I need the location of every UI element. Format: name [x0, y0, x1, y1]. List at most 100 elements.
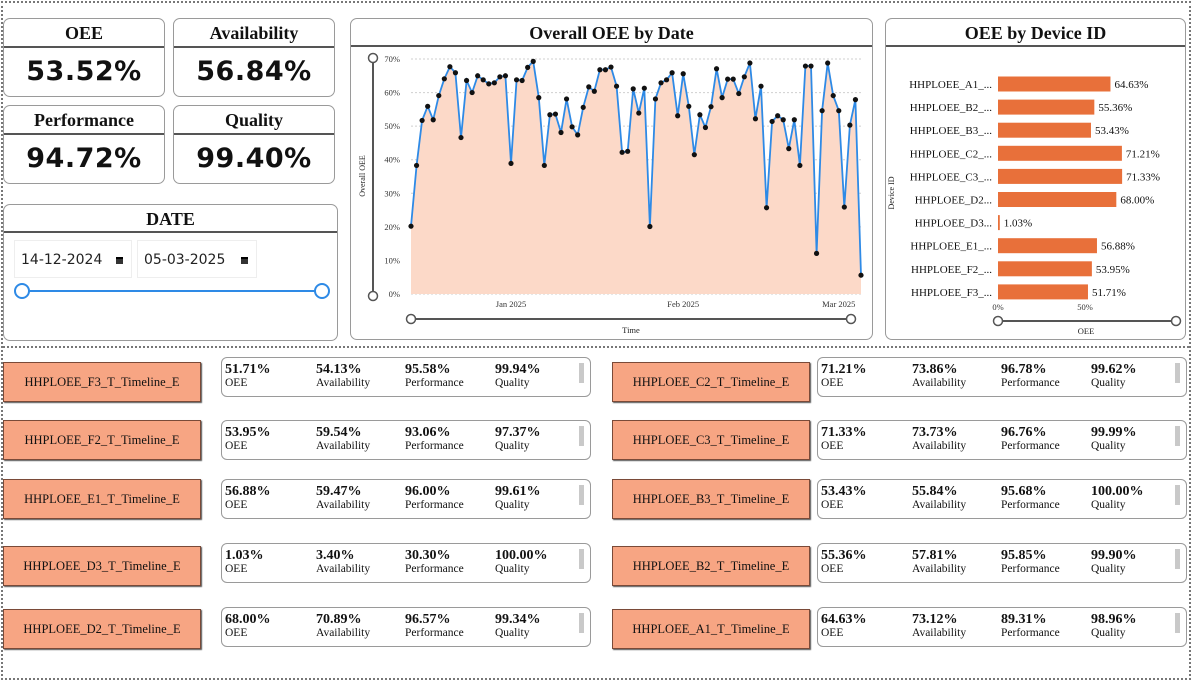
- data-point[interactable]: [519, 77, 525, 84]
- data-point[interactable]: [697, 112, 703, 118]
- data-point[interactable]: [413, 162, 420, 169]
- data-point[interactable]: [502, 73, 509, 79]
- data-point[interactable]: [563, 96, 570, 102]
- data-point[interactable]: [408, 223, 414, 229]
- device-filter-button[interactable]: HHPLOEE_B2_T_Timeline_E: [612, 546, 810, 586]
- data-point[interactable]: [419, 117, 425, 124]
- data-point[interactable]: [491, 80, 497, 86]
- device-oee-bar[interactable]: [998, 284, 1088, 300]
- data-point[interactable]: [691, 152, 697, 158]
- scrollbar-thumb[interactable]: [1175, 426, 1180, 446]
- data-point[interactable]: [452, 70, 459, 76]
- data-point[interactable]: [458, 134, 464, 141]
- y-range-slider-handle-top[interactable]: [367, 52, 379, 64]
- scrollbar-thumb[interactable]: [579, 549, 584, 569]
- data-point[interactable]: [719, 95, 725, 101]
- scrollbar-thumb[interactable]: [579, 426, 584, 446]
- scrollbar-thumb[interactable]: [1175, 549, 1180, 569]
- scrollbar-thumb[interactable]: [579, 613, 584, 633]
- data-point[interactable]: [619, 149, 625, 155]
- device-oee-bar[interactable]: [998, 215, 1000, 231]
- scrollbar-thumb[interactable]: [1175, 613, 1180, 633]
- data-point[interactable]: [486, 81, 492, 87]
- data-point[interactable]: [425, 103, 431, 109]
- data-point[interactable]: [852, 97, 859, 103]
- data-point[interactable]: [780, 117, 786, 123]
- data-point[interactable]: [830, 92, 836, 99]
- data-point[interactable]: [658, 80, 664, 86]
- calendar-icon[interactable]: [241, 257, 248, 264]
- scrollbar-thumb[interactable]: [1175, 485, 1180, 505]
- device-filter-button[interactable]: HHPLOEE_A1_T_Timeline_E: [612, 609, 810, 649]
- x-range-slider-handle-end[interactable]: [1170, 315, 1182, 327]
- data-point[interactable]: [808, 63, 814, 69]
- device-oee-bar[interactable]: [998, 99, 1095, 115]
- data-point[interactable]: [841, 204, 847, 210]
- device-filter-button[interactable]: HHPLOEE_D2_T_Timeline_E: [3, 609, 201, 649]
- data-point[interactable]: [741, 74, 747, 80]
- data-point[interactable]: [736, 90, 742, 97]
- data-point[interactable]: [652, 96, 659, 102]
- device-filter-button[interactable]: HHPLOEE_F2_T_Timeline_E: [3, 420, 201, 460]
- scrollbar-thumb[interactable]: [579, 363, 584, 383]
- data-point[interactable]: [675, 113, 681, 119]
- data-point[interactable]: [630, 86, 636, 92]
- data-point[interactable]: [552, 111, 559, 117]
- device-oee-bar[interactable]: [998, 76, 1111, 92]
- data-point[interactable]: [480, 77, 486, 83]
- slider-handle-end[interactable]: [314, 283, 330, 299]
- data-point[interactable]: [680, 71, 686, 77]
- data-point[interactable]: [513, 77, 520, 83]
- data-point[interactable]: [580, 104, 586, 110]
- x-range-slider-handle-start[interactable]: [405, 313, 417, 325]
- data-point[interactable]: [613, 83, 620, 89]
- device-oee-bar[interactable]: [998, 261, 1092, 277]
- data-point[interactable]: [591, 88, 597, 94]
- data-point[interactable]: [597, 67, 603, 73]
- data-point[interactable]: [836, 108, 842, 114]
- data-point[interactable]: [586, 84, 592, 90]
- data-point[interactable]: [602, 67, 609, 73]
- data-point[interactable]: [430, 117, 436, 123]
- data-point[interactable]: [441, 76, 447, 82]
- data-point[interactable]: [497, 74, 503, 80]
- data-point[interactable]: [791, 117, 797, 123]
- data-point[interactable]: [702, 124, 709, 131]
- data-point[interactable]: [663, 77, 670, 83]
- data-point[interactable]: [819, 108, 825, 114]
- data-point[interactable]: [636, 110, 642, 116]
- device-oee-bar[interactable]: [998, 192, 1117, 207]
- slider-handle-start[interactable]: [14, 283, 30, 299]
- data-point[interactable]: [813, 250, 820, 256]
- device-filter-button[interactable]: HHPLOEE_F3_T_Timeline_E: [3, 362, 201, 402]
- data-point[interactable]: [547, 112, 553, 118]
- data-point[interactable]: [797, 162, 803, 169]
- device-oee-bar[interactable]: [998, 145, 1122, 161]
- data-point[interactable]: [508, 160, 514, 167]
- data-point[interactable]: [686, 103, 692, 109]
- data-point[interactable]: [775, 113, 781, 119]
- data-point[interactable]: [708, 104, 714, 110]
- data-point[interactable]: [858, 272, 864, 278]
- data-point[interactable]: [641, 85, 647, 91]
- data-point[interactable]: [608, 64, 614, 70]
- data-point[interactable]: [730, 76, 736, 82]
- data-point[interactable]: [847, 122, 853, 128]
- data-point[interactable]: [769, 118, 775, 125]
- data-point[interactable]: [725, 76, 731, 82]
- data-point[interactable]: [530, 58, 536, 64]
- data-point[interactable]: [647, 223, 653, 230]
- device-filter-button[interactable]: HHPLOEE_D3_T_Timeline_E: [3, 546, 201, 586]
- y-range-slider-handle-bottom[interactable]: [367, 290, 379, 302]
- data-point[interactable]: [752, 116, 759, 122]
- data-point[interactable]: [558, 129, 564, 136]
- data-point[interactable]: [763, 205, 770, 211]
- end-date-input[interactable]: 05-03-2025: [137, 240, 257, 278]
- data-point[interactable]: [525, 64, 531, 70]
- start-date-input[interactable]: 14-12-2024: [14, 240, 132, 278]
- x-range-slider-handle-start[interactable]: [992, 315, 1004, 327]
- calendar-icon[interactable]: [116, 257, 123, 264]
- data-point[interactable]: [475, 73, 481, 79]
- data-point[interactable]: [747, 60, 753, 66]
- device-filter-button[interactable]: HHPLOEE_C3_T_Timeline_E: [612, 420, 810, 460]
